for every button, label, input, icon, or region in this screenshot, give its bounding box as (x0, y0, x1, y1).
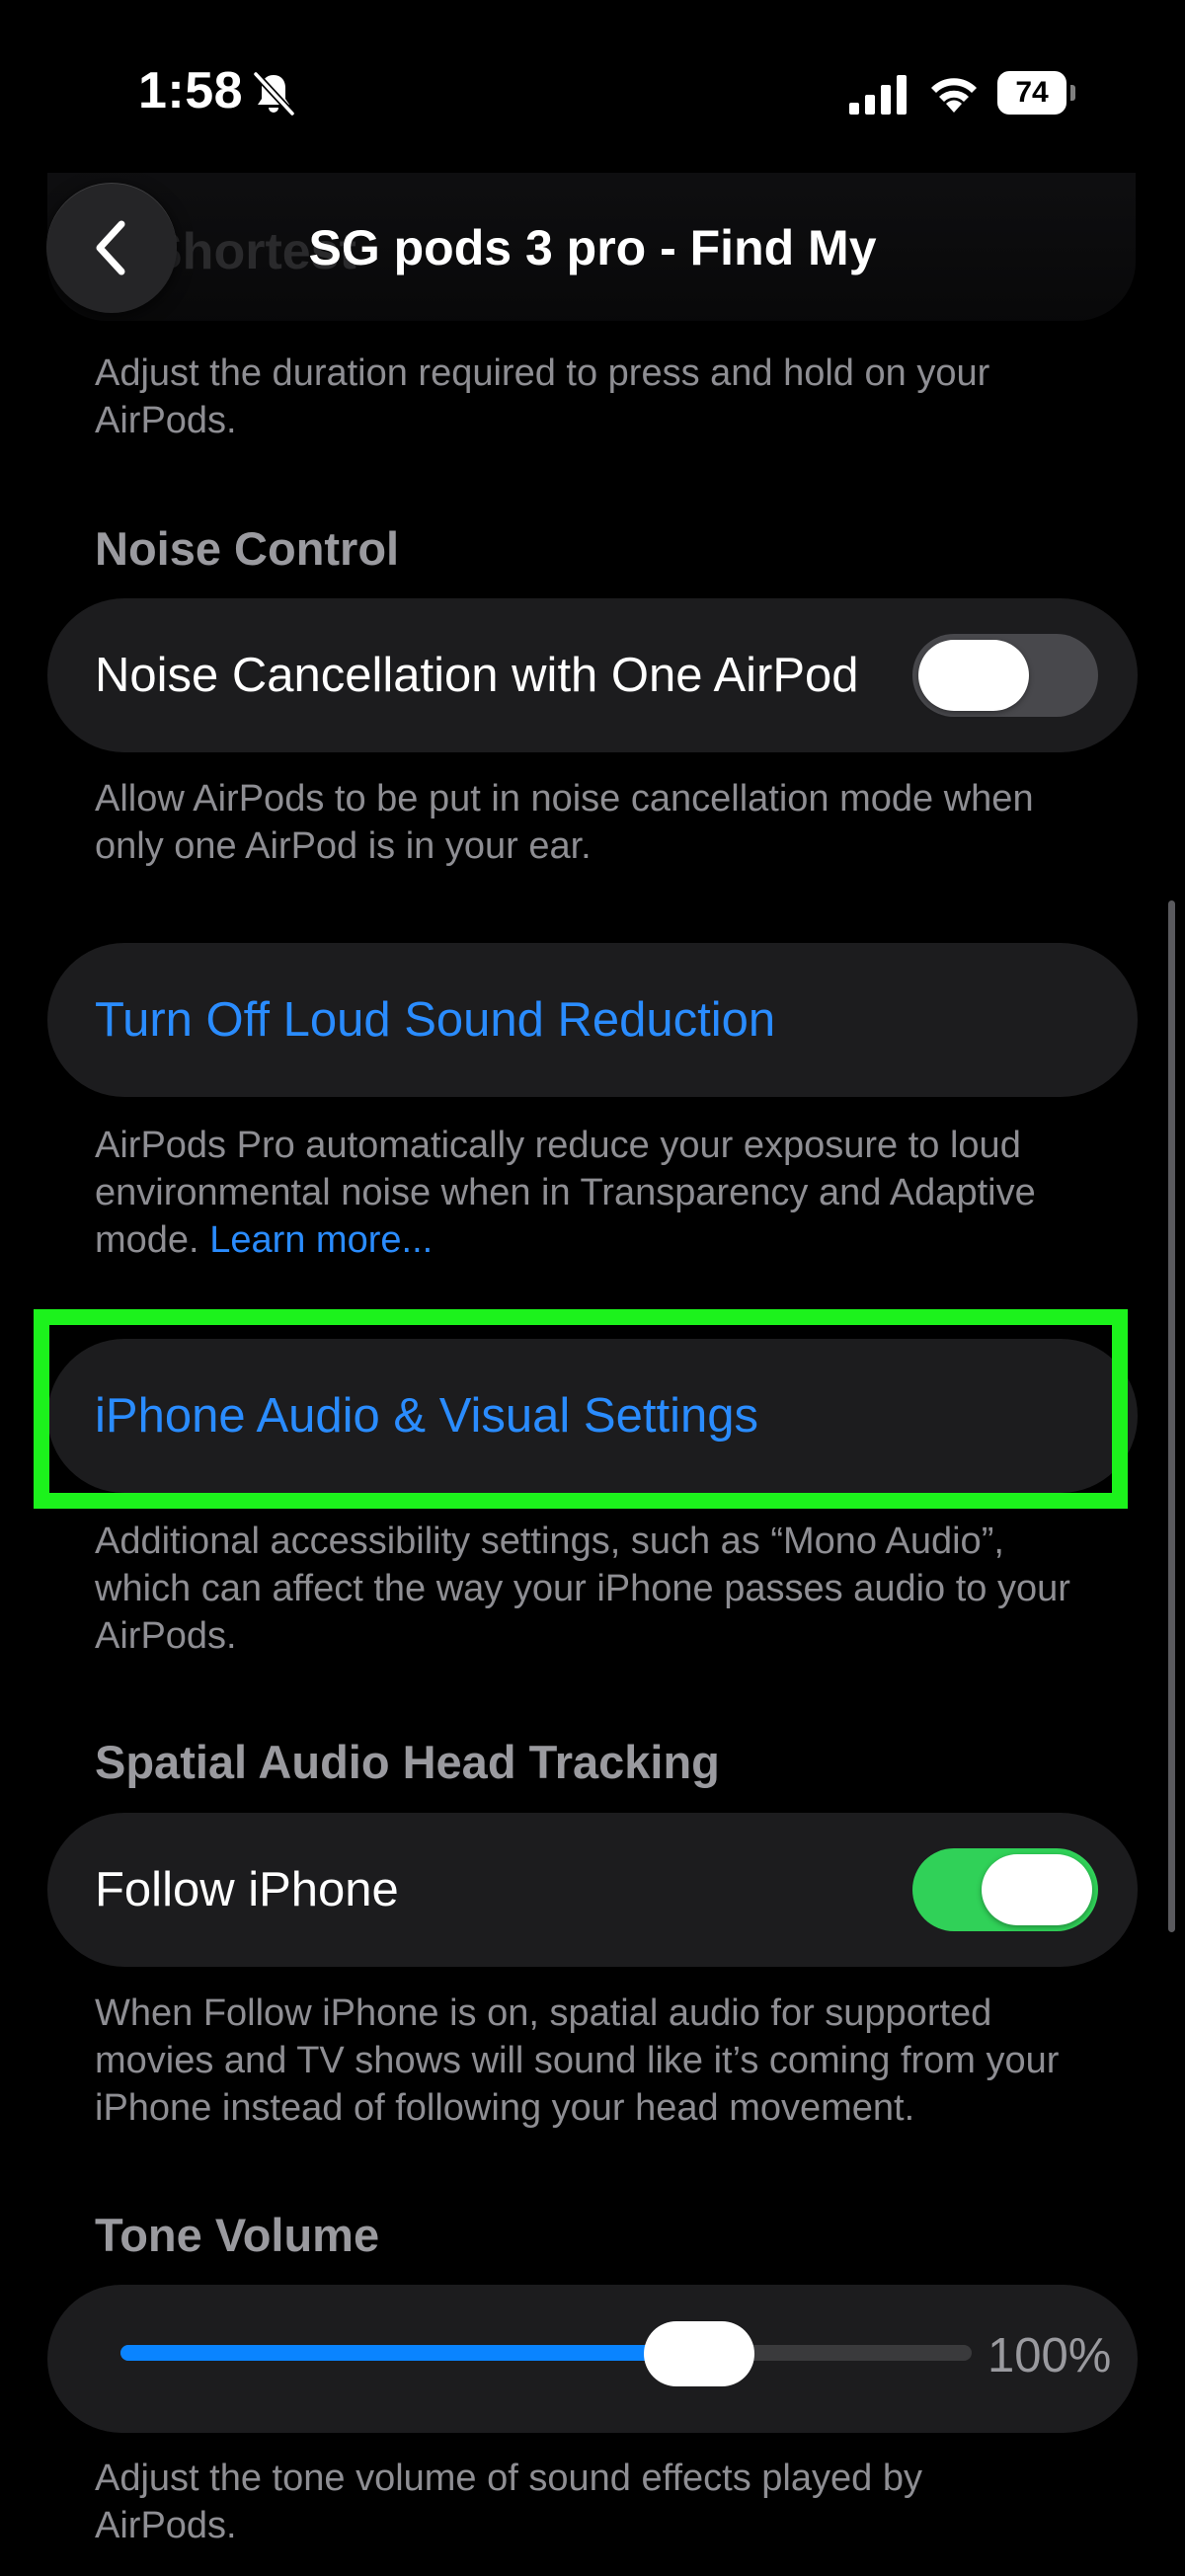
tone-volume-slider-fill (120, 2345, 699, 2361)
loud-sound-reduction-row[interactable]: Turn Off Loud Sound Reduction (47, 943, 1138, 1097)
noise-control-header: Noise Control (95, 522, 400, 575)
cellular-signal-icon (849, 75, 907, 115)
press-hold-footer: Adjust the duration required to press an… (95, 352, 990, 441)
wifi-icon (931, 78, 977, 113)
noise-cancellation-row: Noise Cancellation with One AirPod (47, 598, 1138, 752)
battery-icon: 74 (997, 71, 1075, 115)
learn-more-link[interactable]: Learn more... (209, 1219, 433, 1261)
noise-control-footer: Allow AirPods to be put in noise cancell… (95, 778, 1034, 867)
bell-slash-icon (253, 71, 295, 117)
battery-level: 74 (997, 71, 1066, 115)
tone-volume-header: Tone Volume (95, 2209, 380, 2261)
follow-iphone-row: Follow iPhone (47, 1813, 1138, 1967)
spatial-audio-footer: When Follow iPhone is on, spatial audio … (95, 1992, 1060, 2129)
noise-cancellation-label: Noise Cancellation with One AirPod (95, 649, 859, 702)
follow-iphone-toggle[interactable] (912, 1848, 1098, 1931)
noise-cancellation-toggle[interactable] (912, 634, 1098, 717)
tone-volume-value: 100% (988, 2329, 1112, 2382)
page-title: SG pods 3 pro - Find My (308, 220, 877, 275)
tone-volume-slider-thumb[interactable] (644, 2321, 754, 2386)
audio-visual-footer: Additional accessibility settings, such … (95, 1521, 1070, 1657)
scrollbar[interactable] (1168, 900, 1175, 1932)
highlight-box (34, 1309, 1128, 1509)
spatial-audio-header: Spatial Audio Head Tracking (95, 1736, 720, 1788)
tone-volume-slider[interactable] (120, 2345, 972, 2361)
status-time: 1:58 (138, 62, 244, 119)
follow-iphone-label: Follow iPhone (95, 1863, 399, 1916)
loud-sound-reduction-link[interactable]: Turn Off Loud Sound Reduction (95, 992, 775, 1048)
tone-volume-row: 100% (47, 2285, 1138, 2433)
loud-sound-footer: AirPods Pro automatically reduce your ex… (95, 1122, 1102, 1264)
tone-volume-footer: Adjust the tone volume of sound effects … (95, 2458, 922, 2546)
